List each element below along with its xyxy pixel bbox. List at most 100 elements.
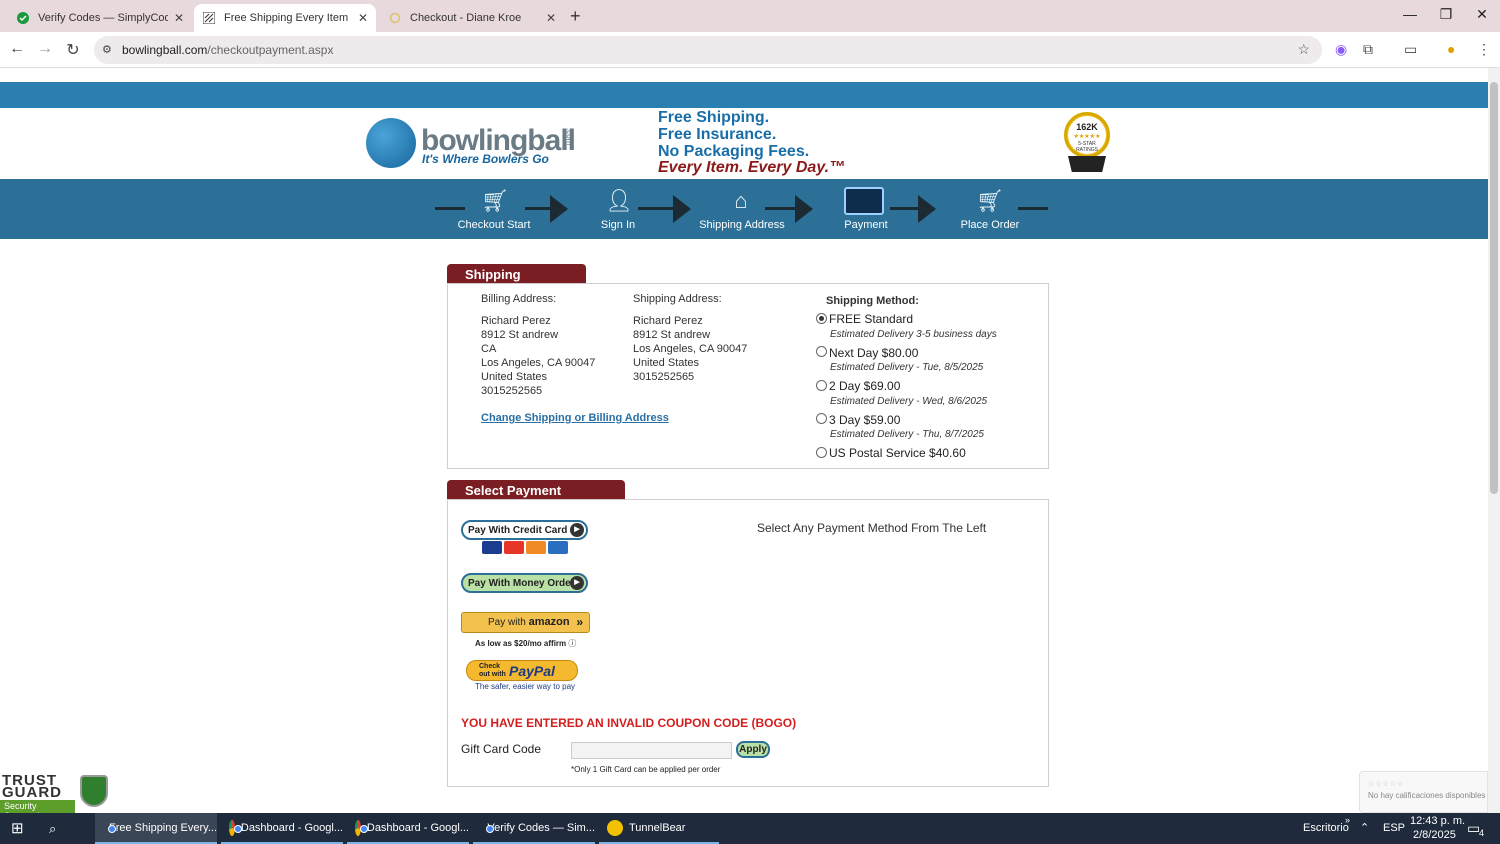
chrome-icon bbox=[229, 819, 242, 836]
person-icon: 👤︎ bbox=[605, 188, 633, 213]
taskbar-item-verify-codes[interactable]: Verify Codes — Sim... bbox=[473, 813, 595, 844]
restore-icon[interactable]: ❐ bbox=[1431, 6, 1461, 23]
language-indicator[interactable]: ESP bbox=[1383, 822, 1405, 834]
new-tab-icon[interactable]: + bbox=[570, 6, 581, 27]
shipping-radio-3-day[interactable] bbox=[816, 413, 827, 424]
trust-guard-sub: Security Scanned bbox=[0, 800, 75, 813]
payment-prompt: Select Any Payment Method From The Left bbox=[757, 521, 987, 535]
clock-date[interactable]: 2/8/2025 bbox=[1413, 829, 1456, 841]
cart-icon: 🛒︎ bbox=[976, 188, 1004, 213]
step-checkout-start[interactable]: Checkout Start bbox=[458, 219, 531, 231]
desktop-toolbar[interactable]: Escritorio bbox=[1303, 822, 1349, 834]
info-icon[interactable]: ⓘ bbox=[568, 639, 576, 648]
shipping-line: Los Angeles, CA 90047 bbox=[633, 343, 748, 355]
back-icon[interactable]: ← bbox=[7, 40, 27, 58]
logo-com: .com bbox=[565, 128, 574, 146]
forward-icon[interactable]: → bbox=[35, 40, 55, 58]
chevron-up-icon[interactable]: ⌃ bbox=[1360, 821, 1369, 834]
affirm-note: As low as $20/mo affirm ⓘ bbox=[475, 638, 576, 649]
credit-card-icon bbox=[844, 187, 884, 215]
menu-kebab-icon[interactable]: ⋮ bbox=[1477, 41, 1491, 58]
pay-credit-card-button[interactable]: Pay With Credit Card ▶ bbox=[461, 520, 588, 540]
billing-line: United States bbox=[481, 371, 548, 383]
pay-with-amazon-button[interactable]: Pay with amazon » bbox=[461, 612, 590, 633]
badge-label: 5-STAR RATINGS bbox=[1076, 141, 1098, 153]
step-shipping-address[interactable]: Shipping Address bbox=[699, 219, 785, 231]
badge-count: 162K bbox=[1076, 122, 1098, 132]
clock-time[interactable]: 12:43 p. m. bbox=[1410, 815, 1465, 827]
step-place-order: Place Order bbox=[960, 219, 1020, 231]
delivery-estimate: Estimated Delivery - Thu, 8/7/2025 bbox=[830, 429, 984, 440]
shipping-radio-free-standard[interactable] bbox=[816, 313, 827, 324]
card-logos bbox=[482, 541, 568, 555]
search-icon[interactable]: ⌕ bbox=[49, 821, 56, 837]
step-connector bbox=[1018, 207, 1048, 210]
bowling-ball-logo-icon[interactable] bbox=[366, 118, 416, 168]
pay-money-order-button[interactable]: Pay With Money Order ▶ bbox=[461, 573, 588, 593]
tab-search-icon[interactable]: ▭ bbox=[1404, 41, 1417, 58]
close-icon[interactable]: ✕ bbox=[546, 11, 556, 25]
site-info-icon[interactable]: ⚙ bbox=[102, 43, 112, 56]
google-ratings-widget[interactable]: ☆☆☆☆☆ No hay calificaciones disponibles bbox=[1359, 771, 1488, 813]
browser-tab-bar: Verify Codes — SimplyCodes ✕ Free Shippi… bbox=[0, 0, 1500, 32]
delivery-estimate: Estimated Delivery - Tue, 8/5/2025 bbox=[830, 362, 984, 373]
taskbar-item-tunnelbear[interactable]: TunnelBear bbox=[599, 813, 719, 844]
tab-checkout[interactable]: Checkout - Diane Kroe ✕ bbox=[380, 4, 564, 32]
windows-taskbar: ⊞ ⌕ Free Shipping Every... Dashboard - G… bbox=[0, 813, 1500, 844]
url-domain: bowlingball.com bbox=[122, 43, 208, 57]
paypal-logo: PayPal bbox=[509, 663, 555, 679]
billing-line: CA bbox=[481, 343, 497, 355]
scrollbar-thumb[interactable] bbox=[1490, 82, 1498, 494]
web-page: bowlingball .com It's Where Bowlers Go F… bbox=[0, 68, 1488, 813]
profile-avatar-icon[interactable]: ● bbox=[1447, 41, 1455, 57]
reload-icon[interactable]: ↻ bbox=[63, 40, 83, 60]
url-path: /checkoutpayment.aspx bbox=[207, 43, 334, 57]
shipping-method-option[interactable]: US Postal Service $40.60 bbox=[829, 446, 966, 460]
site-tagline: It's Where Bowlers Go bbox=[422, 152, 549, 166]
shipping-method-option[interactable]: FREE Standard bbox=[829, 312, 913, 326]
step-connector bbox=[765, 207, 795, 210]
shipping-radio-2-day[interactable] bbox=[816, 380, 827, 391]
ratings-badge-inner: 162K ★★★★★ 5-STAR RATINGS bbox=[1068, 116, 1106, 154]
step-sign-in[interactable]: Sign In bbox=[601, 219, 635, 231]
extensions-puzzle-icon[interactable]: ⧉ bbox=[1363, 41, 1373, 58]
shipping-radio-next-day[interactable] bbox=[816, 346, 827, 357]
windows-start-icon[interactable]: ⊞ bbox=[11, 819, 24, 837]
shipping-method-option[interactable]: Next Day $80.00 bbox=[829, 346, 918, 360]
mastercard-icon bbox=[504, 541, 524, 554]
billing-line: Richard Perez bbox=[481, 315, 551, 327]
shipping-radio-usps[interactable] bbox=[816, 447, 827, 458]
taskbar-item-label: Dashboard - Googl... bbox=[240, 821, 343, 834]
change-address-link[interactable]: Change Shipping or Billing Address bbox=[481, 412, 669, 424]
chrome-icon bbox=[355, 819, 368, 836]
trust-guard-seal[interactable]: TRUST GUARD Security Scanned bbox=[0, 773, 112, 813]
extension-icon[interactable]: ◉ bbox=[1335, 41, 1347, 58]
rating-stars-icon: ☆☆☆☆☆ bbox=[1368, 781, 1405, 788]
tab-bowlingball[interactable]: Free Shipping Every Item Every ✕ bbox=[194, 4, 376, 32]
gift-card-apply-button[interactable]: Apply bbox=[736, 741, 770, 758]
close-icon[interactable]: ✕ bbox=[358, 11, 368, 25]
visa-icon bbox=[482, 541, 502, 554]
close-icon[interactable]: ✕ bbox=[174, 11, 184, 25]
close-window-icon[interactable]: ✕ bbox=[1467, 6, 1497, 23]
taskbar-item-dashboard-1[interactable]: Dashboard - Googl... bbox=[221, 813, 343, 844]
tunnelbear-icon bbox=[607, 819, 623, 836]
bookmark-star-icon[interactable]: ☆ bbox=[1297, 41, 1310, 58]
taskbar-item-dashboard-2[interactable]: Dashboard - Googl... bbox=[347, 813, 469, 844]
trust-guard-title: TRUST GUARD bbox=[2, 772, 62, 801]
shipping-method-option[interactable]: 2 Day $69.00 bbox=[829, 379, 900, 393]
shipping-method-option[interactable]: 3 Day $59.00 bbox=[829, 413, 900, 427]
promo-line: Free Shipping. bbox=[658, 109, 770, 126]
payment-method-heading: Select Payment Method bbox=[447, 480, 625, 513]
play-arrow-icon: ▶ bbox=[570, 576, 584, 590]
tab-simplycodes[interactable]: Verify Codes — SimplyCodes ✕ bbox=[8, 4, 192, 32]
double-chevron-icon[interactable]: » bbox=[1345, 815, 1350, 825]
minimize-icon[interactable]: — bbox=[1395, 6, 1425, 22]
shipping-line: 3015252565 bbox=[633, 371, 695, 383]
address-bar[interactable]: ⚙ bowlingball.com/checkoutpayment.aspx ☆ bbox=[94, 36, 1322, 64]
gift-card-input[interactable] bbox=[571, 742, 732, 759]
taskbar-item-bowlingball[interactable]: Free Shipping Every... bbox=[95, 813, 217, 844]
billing-line: 8912 St andrew bbox=[481, 329, 559, 341]
paypal-checkout-button[interactable]: Check out with PayPal bbox=[466, 660, 578, 681]
step-connector bbox=[890, 207, 918, 210]
